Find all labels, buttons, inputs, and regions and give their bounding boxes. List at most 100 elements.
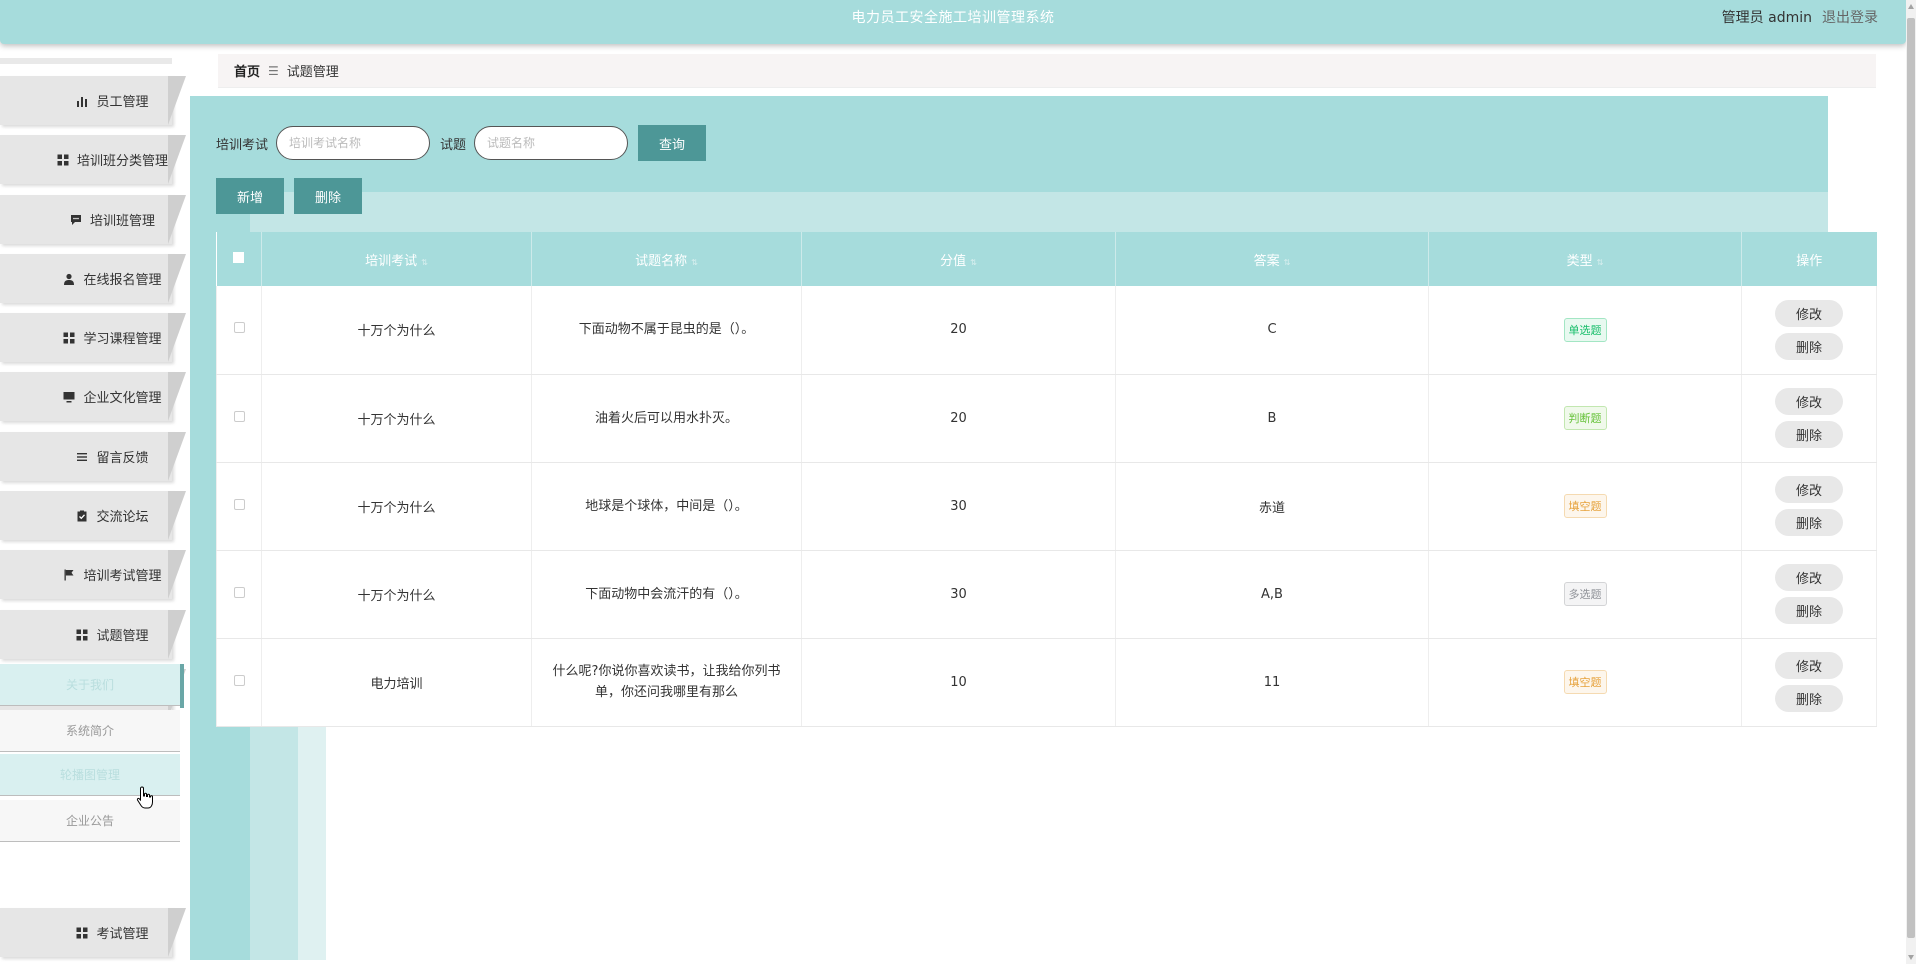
row-checkbox[interactable] — [233, 498, 245, 510]
row-select-cell — [216, 462, 262, 551]
edit-button[interactable]: 修改 — [1775, 299, 1843, 327]
column-header-actions: 操作 — [1741, 232, 1877, 286]
cell-actions: 修改 删除 — [1741, 286, 1877, 375]
menu-item-content: 交流论坛 — [0, 491, 190, 540]
row-checkbox[interactable] — [233, 410, 245, 422]
question-text: 什么呢?你说你喜欢读书，让我给你列书单，你还问我哪里有那么 — [552, 664, 781, 700]
sort-icon[interactable]: ⇅ — [970, 258, 977, 267]
sidebar-item-4[interactable]: 在线报名管理 — [0, 254, 187, 303]
add-button[interactable]: 新增 — [216, 178, 284, 214]
sort-icon[interactable]: ⇅ — [691, 258, 698, 267]
type-tag: 填空题 — [1563, 670, 1607, 694]
row-select-cell — [216, 286, 262, 375]
sidebar-item-5[interactable]: 学习课程管理 — [0, 313, 187, 362]
cell-exam: 十万个为什么 — [261, 286, 532, 375]
logout-link[interactable]: 退出登录 — [1822, 7, 1878, 27]
menu-item-inner: 企业文化管理 — [27, 387, 191, 406]
hand-cursor-icon — [136, 786, 153, 809]
grid-icon — [76, 629, 88, 641]
edit-button[interactable]: 修改 — [1775, 476, 1843, 503]
submenu-active-indicator — [180, 664, 184, 708]
sort-icon[interactable]: ⇅ — [421, 258, 428, 267]
cell-actions: 修改 删除 — [1741, 374, 1877, 463]
delete-button[interactable]: 删除 — [1775, 332, 1843, 360]
column-header-question[interactable]: 试题名称 ⇅ — [531, 232, 802, 286]
cell-score: 10 — [801, 638, 1116, 727]
edit-button[interactable]: 修改 — [1775, 388, 1843, 415]
user-icon — [63, 273, 75, 285]
sidebar-item-8[interactable]: 交流论坛 — [0, 491, 187, 540]
row-checkbox[interactable] — [233, 674, 245, 686]
submenu-item-1[interactable]: 关于我们 — [0, 664, 180, 706]
menu-item-inner: 培训班分类管理 — [27, 150, 191, 169]
cell-type: 填空题 — [1428, 638, 1742, 727]
menu-item-content: 考试管理 — [0, 908, 190, 957]
row-checkbox[interactable] — [233, 322, 245, 334]
system-submenu: 关于我们 系统简介 轮播图管理 企业公告 — [0, 664, 184, 906]
sidebar-item-3[interactable]: 培训班管理 — [0, 195, 187, 244]
menu-item-content: 学习课程管理 — [0, 313, 190, 362]
exam-search-input[interactable] — [276, 126, 431, 160]
column-header-type[interactable]: 类型 ⇅ — [1428, 232, 1742, 286]
page-scrollbar[interactable] — [1906, 0, 1916, 964]
sidebar-top-strip — [0, 58, 172, 64]
delete-button[interactable]: 删除 — [1775, 685, 1843, 712]
breadcrumb: 首页 ☰ 试题管理 — [218, 54, 1876, 88]
cell-type: 多选题 — [1428, 550, 1742, 639]
sidebar-item-9[interactable]: 培训考试管理 — [0, 550, 187, 599]
menu-item-content: 试题管理 — [0, 610, 190, 659]
edit-button[interactable]: 修改 — [1775, 652, 1843, 679]
table-row: 十万个为什么 下面动物中会流汗的有（）。 30 A,B 多选题 修改 删除 — [216, 550, 1877, 639]
column-header-score[interactable]: 分值 ⇅ — [801, 232, 1116, 286]
exam-search-label: 培训考试 — [216, 137, 269, 153]
action-buttons: 新增 删除 — [216, 178, 362, 214]
menu-item-content: 员工管理 — [0, 76, 190, 125]
current-user-label: 管理员 admin — [1721, 10, 1812, 26]
table-row: 电力培训 什么呢?你说你喜欢读书，让我给你列书单，你还问我哪里有那么 10 11 填空题… — [216, 638, 1877, 727]
cell-answer: 11 — [1115, 638, 1429, 727]
sidebar-item-exam-management[interactable]: 考试管理 — [0, 908, 187, 957]
sort-icon[interactable]: ⇅ — [1597, 258, 1604, 267]
row-actions: 修改 删除 — [1742, 299, 1876, 360]
batch-delete-button[interactable]: 删除 — [294, 178, 362, 214]
scroll-up-arrow-icon[interactable] — [1908, 4, 1914, 9]
menu-item-inner: 试题管理 — [27, 625, 191, 644]
sidebar-item-6[interactable]: 企业文化管理 — [0, 372, 187, 421]
sidebar-item-10[interactable]: 试题管理 — [0, 610, 187, 659]
column-header-exam[interactable]: 培训考试 ⇅ — [261, 232, 532, 286]
grid-icon — [76, 927, 88, 939]
menu-item-inner: 培训考试管理 — [27, 565, 191, 584]
system-title: 电力员工安全施工培训管理系统 — [851, 10, 1055, 26]
menu-item-content: 培训考试管理 — [0, 550, 190, 599]
menu-item-content: 在线报名管理 — [0, 254, 190, 303]
row-checkbox[interactable] — [233, 586, 245, 598]
question-text: 油着火后可以用水扑灭。 — [594, 410, 738, 426]
column-header-answer[interactable]: 答案 ⇅ — [1115, 232, 1429, 286]
row-actions: 修改 删除 — [1742, 388, 1876, 448]
sidebar-item-label: 留言反馈 — [96, 451, 149, 466]
sidebar-item-1[interactable]: 员工管理 — [0, 76, 187, 125]
delete-button[interactable]: 删除 — [1775, 509, 1843, 536]
cell-answer: B — [1115, 374, 1429, 463]
scroll-thumb[interactable] — [1907, 18, 1915, 938]
question-search-input[interactable] — [474, 126, 629, 160]
select-all-header — [216, 232, 262, 286]
cell-exam: 十万个为什么 — [261, 550, 532, 639]
delete-button[interactable]: 删除 — [1775, 421, 1843, 448]
delete-button[interactable]: 删除 — [1775, 597, 1843, 624]
row-select-cell — [216, 550, 262, 639]
breadcrumb-home[interactable]: 首页 — [234, 61, 260, 80]
scroll-down-arrow-icon[interactable] — [1908, 955, 1914, 960]
cell-exam: 十万个为什么 — [261, 374, 532, 463]
edit-button[interactable]: 修改 — [1775, 564, 1843, 591]
query-button[interactable]: 查询 — [638, 125, 707, 161]
cell-question: 油着火后可以用水扑灭。 — [531, 374, 802, 463]
sidebar-item-2[interactable]: 培训班分类管理 — [0, 135, 187, 184]
sort-icon[interactable]: ⇅ — [1284, 258, 1291, 267]
submenu-item-2[interactable]: 系统简介 — [0, 710, 180, 752]
monitor-icon — [63, 391, 75, 403]
grid-icon — [57, 154, 69, 166]
sidebar-item-7[interactable]: 留言反馈 — [0, 432, 187, 481]
select-all-checkbox[interactable] — [233, 251, 245, 263]
cell-question: 什么呢?你说你喜欢读书，让我给你列书单，你还问我哪里有那么 — [531, 638, 802, 727]
